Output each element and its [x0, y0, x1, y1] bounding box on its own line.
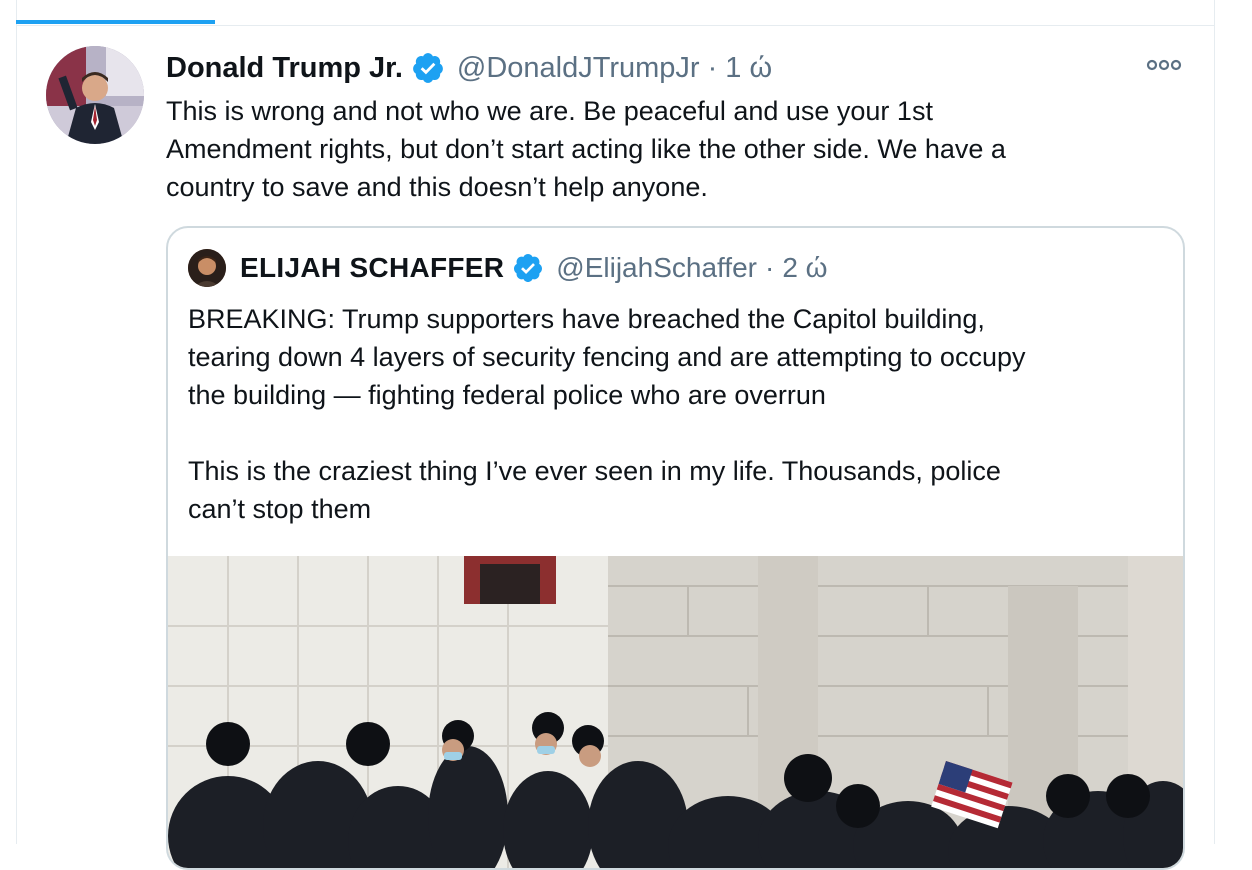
more-options-icon[interactable]	[1146, 56, 1182, 74]
quoted-text-line: BREAKING: Trump supporters have breached…	[188, 304, 985, 334]
quoted-tweet-header: ELIJAH SCHAFFER @ElijahSchaffer · 2 ώ	[188, 248, 828, 288]
verified-badge-icon	[514, 254, 543, 282]
author-avatar[interactable]	[46, 46, 144, 144]
quoted-tweet-video-thumbnail[interactable]	[168, 556, 1183, 868]
tweet-timestamp[interactable]: 1 ώ	[725, 52, 772, 85]
quoted-text-line: This is the craziest thing I’ve ever see…	[188, 456, 1001, 486]
header-separator: ·	[707, 51, 718, 84]
quoted-header-separator: ·	[764, 252, 775, 283]
quoted-text-line: tearing down 4 layers of security fencin…	[188, 342, 1026, 372]
quoted-text-line: can’t stop them	[188, 494, 372, 524]
author-handle[interactable]: @DonaldJTrumpJr	[457, 52, 700, 85]
tab-divider	[16, 25, 1214, 26]
tweet-text-line: Amendment rights, but don’t start acting…	[166, 134, 1006, 164]
quoted-tweet-timestamp[interactable]: 2 ώ	[782, 252, 827, 284]
verified-badge-icon	[412, 53, 443, 83]
author-name[interactable]: Donald Trump Jr.	[166, 52, 403, 85]
tweet-text-line: This is wrong and not who we are. Be pea…	[166, 96, 933, 126]
quoted-author-handle[interactable]: @ElijahSchaffer	[556, 252, 757, 284]
tweet-header: Donald Trump Jr. @DonaldJTrumpJr · 1 ώ	[166, 50, 772, 86]
tweet-text: This is wrong and not who we are. Be pea…	[166, 92, 1176, 206]
quoted-author-avatar[interactable]	[188, 249, 226, 287]
quoted-author-name[interactable]: ELIJAH SCHAFFER	[240, 252, 504, 284]
quoted-text-line	[188, 414, 1168, 452]
quoted-tweet-card[interactable]: ELIJAH SCHAFFER @ElijahSchaffer · 2 ώ BR…	[166, 226, 1185, 870]
quoted-tweet-text: BREAKING: Trump supporters have breached…	[188, 300, 1168, 528]
tweet-text-line: country to save and this doesn’t help an…	[166, 172, 708, 202]
quoted-text-line: the building — fighting federal police w…	[188, 380, 826, 410]
active-tab-indicator	[16, 20, 215, 24]
